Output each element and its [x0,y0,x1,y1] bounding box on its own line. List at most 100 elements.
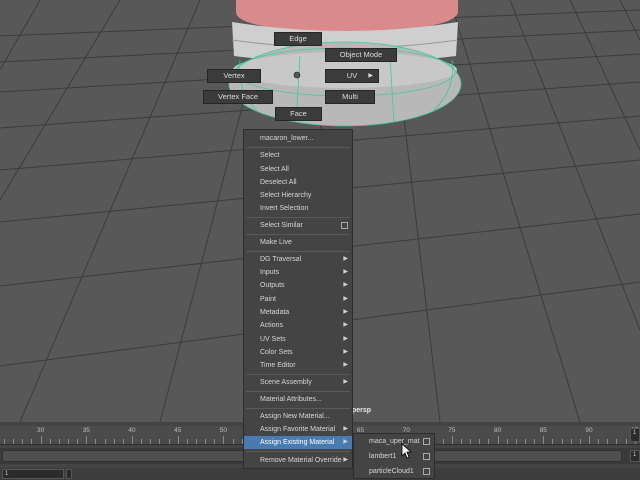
submenu-arrow-icon: ▶ [343,439,348,445]
submenu-arrow-icon: ▶ [343,362,348,368]
timeline-tick [150,439,152,444]
timeline-tick [616,439,618,444]
timeline-tick [479,439,481,444]
menu-item-make-live[interactable]: Make Live [244,236,352,249]
timeline-tick [552,439,554,444]
menu-item-deselect-all[interactable]: Deselect All [244,176,352,189]
timeline-tick [141,439,143,444]
menu-item-assign-existing-material[interactable]: Assign Existing Material ▶ [244,436,352,449]
timeline-tick-label: 50 [219,427,228,434]
submenu-arrow-icon: ▶ [343,256,348,262]
mouse-cursor-icon [401,443,413,459]
timeline-tick [497,436,499,444]
menu-item-select[interactable]: Select [244,149,352,162]
timeline-tick [232,439,234,444]
submenu-arrow-icon: ▶ [343,282,348,288]
menu-divider [246,147,350,148]
option-box-icon[interactable] [423,438,430,445]
marking-menu-face[interactable]: Face [275,107,322,121]
menu-title-object-name: macaron_lower... [260,135,314,142]
macaron-mesh[interactable] [228,0,462,127]
start-frame-field[interactable]: 1 [2,469,64,479]
menu-item-paint[interactable]: Paint ▶ [244,293,352,306]
menu-item-assign-new-material[interactable]: Assign New Material... [244,410,352,423]
timeline-tick [589,436,590,444]
timeline-tick [132,436,133,444]
option-box-icon[interactable] [423,453,430,460]
context-menu[interactable]: macaron_lower... Select Select All Desel… [243,129,353,469]
marking-menu-uv[interactable]: UV ▶ [325,69,379,83]
submenu-item-particlecloud1[interactable]: particleCloud1 [354,464,434,479]
timeline-tick [68,439,69,444]
timeline-tick [488,439,490,444]
timeline-tick-label: 75 [448,427,456,434]
menu-item-time-editor[interactable]: Time Editor ▶ [244,359,352,372]
assign-existing-material-label: Assign Existing Material [260,439,335,446]
menu-item-actions[interactable]: Actions ▶ [244,319,352,332]
menu-item-color-sets[interactable]: Color Sets ▶ [244,346,352,359]
uv-submenu-arrow-icon: ▶ [368,73,373,79]
menu-divider [246,374,350,375]
timeline-tick [159,439,161,444]
timeline-tick [177,436,179,444]
timeline-tick [442,439,444,444]
option-box-icon[interactable] [423,468,430,475]
material-name: particleCloud1 [369,468,414,475]
timeline-tick [525,439,526,444]
submenu-item-maca-uper-mat[interactable]: maca_uper_mat [354,434,434,449]
existing-material-submenu[interactable]: maca_uper_mat lambert1 particleCloud1 [353,433,435,479]
timeline-tick [49,439,51,444]
menu-divider [246,451,350,452]
submenu-arrow-icon: ▶ [343,269,348,275]
menu-item-outputs[interactable]: Outputs ▶ [244,279,352,292]
menu-item-select-hierarchy[interactable]: Select Hierarchy [244,189,352,202]
marking-menu-vertex-face[interactable]: Vertex Face [203,90,273,104]
timeline-tick [451,436,453,444]
menu-item-remove-material-override[interactable]: Remove Material Override ▶ [244,454,352,467]
remove-material-override-label: Remove Material Override [260,457,342,464]
end-frame-field[interactable]: 1 [630,450,640,462]
option-box-icon[interactable] [341,222,348,229]
menu-item-invert-selection[interactable]: Invert Selection [244,202,352,215]
menu-item-select-all[interactable]: Select All [244,163,352,176]
submenu-item-lambert1[interactable]: lambert1 [354,449,434,464]
menu-item-select-similar[interactable]: Select Similar [244,219,352,232]
menu-item-assign-favorite-material[interactable]: Assign Favorite Material ▶ [244,423,352,436]
timeline-tick [77,439,79,444]
submenu-arrow-icon: ▶ [343,322,348,328]
timeline-tick-label: 80 [494,427,502,434]
menu-item-material-attributes[interactable]: Material Attributes... [244,393,352,406]
timeline-tick [543,436,545,444]
submenu-arrow-icon: ▶ [343,426,348,432]
assign-favorite-material-label: Assign Favorite Material [260,426,336,433]
timeline-tick-label: 35 [82,427,90,434]
menu-item-dg-traversal[interactable]: DG Traversal ▶ [244,253,352,266]
timeline-tick [598,439,600,444]
timeline-tick [470,439,472,444]
marking-menu-edge[interactable]: Edge [274,32,322,46]
scene-assembly-label: Scene Assembly [260,379,312,386]
menu-divider [246,408,350,409]
marking-menu-multi[interactable]: Multi [325,90,375,104]
current-frame-field[interactable]: 1 [630,428,640,442]
timeline-tick-label: 45 [174,427,182,434]
time-editor-label: Time Editor [260,362,296,369]
marking-menu-vertex[interactable]: Vertex [207,69,261,83]
menu-item-scene-assembly[interactable]: Scene Assembly ▶ [244,376,352,389]
timeline-tick [168,439,170,444]
timeline-tick [95,439,97,444]
menu-item-uv-sets[interactable]: UV Sets ▶ [244,333,352,346]
timeline-tick [113,439,115,444]
menu-item-inputs[interactable]: Inputs ▶ [244,266,352,279]
select-similar-label: Select Similar [260,222,303,229]
submenu-arrow-icon: ▶ [343,379,348,385]
camera-label: persp [352,407,372,414]
timeline-tick [461,439,462,444]
marking-menu-object-mode[interactable]: Object Mode [325,48,397,62]
menu-item-metadata[interactable]: Metadata ▶ [244,306,352,319]
menu-divider [246,391,350,392]
timeline-tick-label: 85 [539,427,547,434]
timeline-tick [40,436,42,444]
material-name: lambert1 [369,453,397,460]
timeline-tick [186,439,188,444]
